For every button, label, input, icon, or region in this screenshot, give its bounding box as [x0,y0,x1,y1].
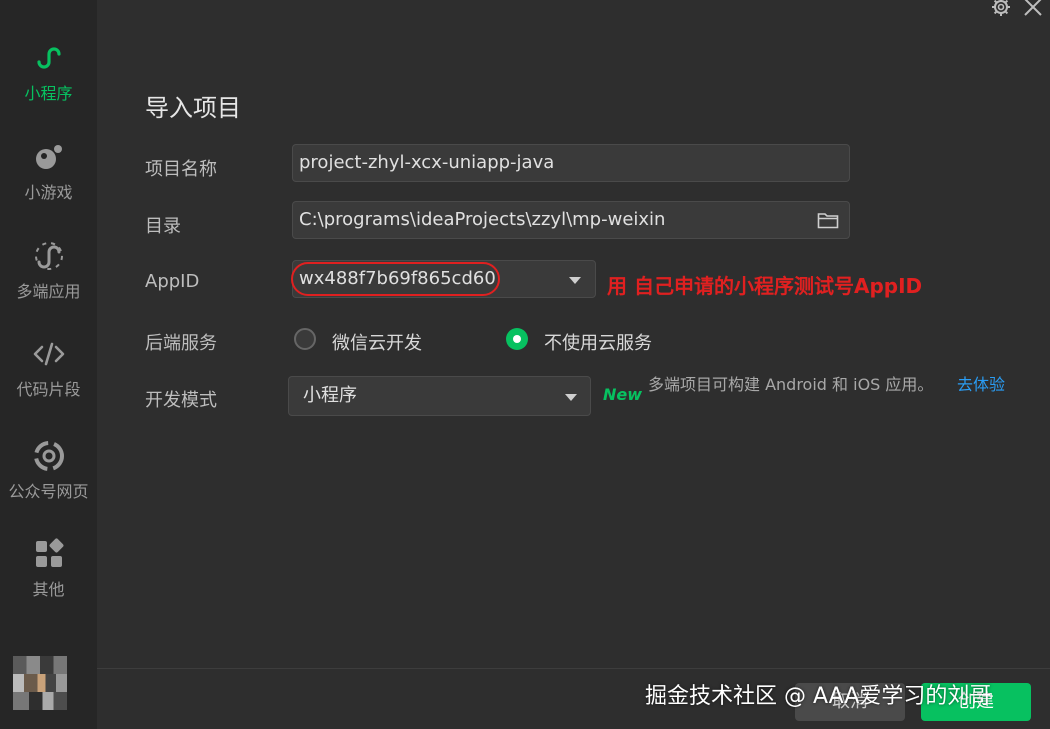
folder-icon[interactable] [817,211,839,229]
dev-mode-label: 开发模式 [145,390,217,411]
radio-no-cloud[interactable] [506,328,528,350]
mini-program-icon [36,47,61,69]
try-it-link[interactable]: 去体验 [957,370,1007,399]
chevron-down-icon [569,277,581,284]
footer-divider [97,668,1050,669]
sidebar-item-code-snippet[interactable]: 代码片段 [0,336,97,400]
sidebar-item-label: 代码片段 [16,380,81,399]
close-icon[interactable] [1022,0,1044,18]
avatar-pixel-row [13,674,67,692]
sidebar: 小程序 小游戏 多端应用 代码片段 公众号网页 其他 [0,0,97,729]
code-snippet-icon [33,342,64,366]
directory-input[interactable]: C:\programs\ideaProjects\zzyl\mp-weixin [292,201,850,239]
sidebar-item-label: 公众号网页 [8,482,89,501]
radio-no-cloud-label[interactable]: 不使用云服务 [544,329,652,355]
radio-wechat-cloud-label[interactable]: 微信云开发 [332,329,422,355]
sidebar-item-label: 多端应用 [16,282,81,301]
mini-game-icon [35,145,62,169]
dialog-title: 导入项目 [145,94,241,122]
project-name-input[interactable]: project-zhyl-xcx-uniapp-java [292,144,850,182]
sidebar-item-label: 小游戏 [24,183,73,202]
sidebar-item-mini-program[interactable]: 小程序 [0,40,97,104]
sidebar-item-label: 其他 [32,580,65,599]
appid-label: AppID [145,271,200,292]
official-account-icon [33,441,64,471]
annotation-highlight-ellipse [291,262,500,296]
new-badge: New [603,385,643,404]
dev-mode-value: 小程序 [303,385,357,406]
project-name-value: project-zhyl-xcx-uniapp-java [299,152,555,173]
avatar-pixel-row [13,692,67,710]
settings-gear-icon[interactable] [990,0,1012,18]
sidebar-item-multi-platform[interactable]: 多端应用 [0,238,97,302]
avatar[interactable] [13,656,67,710]
dev-mode-select[interactable]: 小程序 [288,376,591,416]
backend-label: 后端服务 [145,333,217,354]
sidebar-item-label: 小程序 [24,84,73,103]
multi-platform-icon [34,242,63,270]
directory-value: C:\programs\ideaProjects\zzyl\mp-weixin [299,209,666,230]
chevron-down-icon [565,394,577,401]
watermark-text: 掘金技术社区 @ AAA爱学习的刘哥 [645,684,992,709]
project-name-label: 项目名称 [145,159,217,180]
other-grid-icon [35,538,63,567]
sidebar-item-other[interactable]: 其他 [0,536,97,600]
radio-wechat-cloud[interactable] [294,328,316,350]
sidebar-item-official-account[interactable]: 公众号网页 [0,438,97,502]
dev-mode-hint: 多端项目可构建 Android 和 iOS 应用。 [648,375,934,394]
directory-label: 目录 [145,216,181,237]
sidebar-item-mini-game[interactable]: 小游戏 [0,139,97,203]
annotation-text: 用 自己申请的小程序测试号AppID [607,274,923,298]
